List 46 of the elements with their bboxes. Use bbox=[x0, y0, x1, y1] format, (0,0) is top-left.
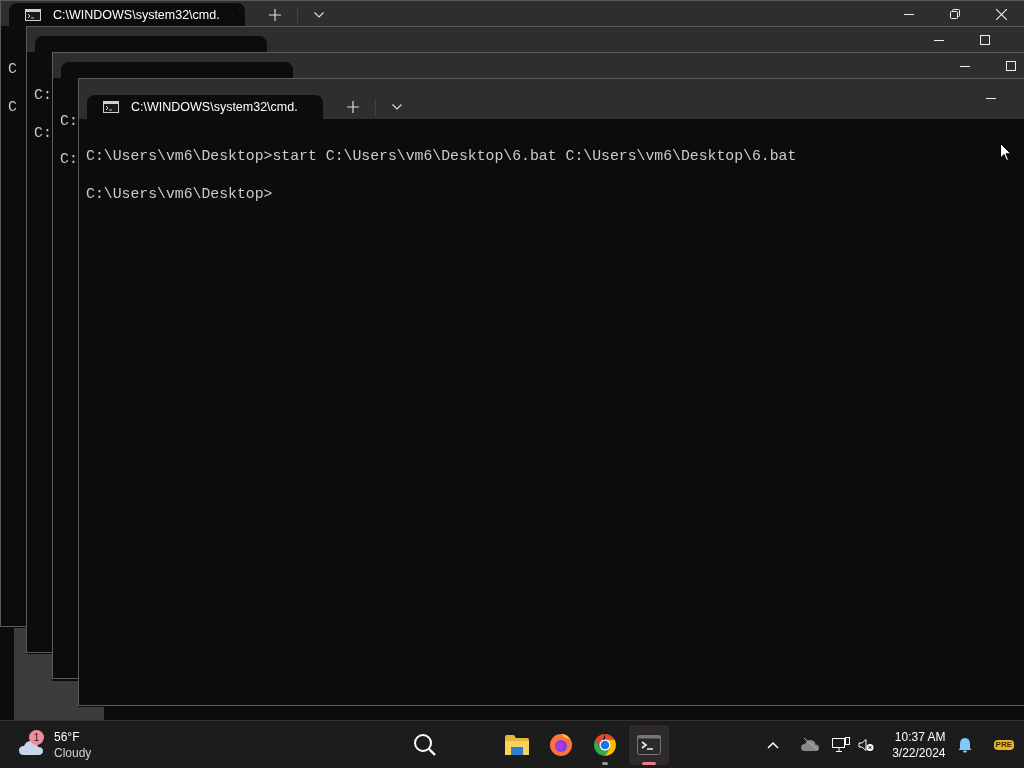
clock-date: 3/22/2024 bbox=[892, 744, 946, 761]
console-line: C bbox=[8, 98, 17, 117]
chevron-up-icon[interactable] bbox=[767, 740, 780, 749]
minimize-icon bbox=[960, 65, 970, 67]
browser-icon bbox=[549, 732, 573, 757]
terminal-icon bbox=[637, 734, 661, 755]
notification-badge: 1 bbox=[29, 729, 44, 745]
tab-title: C:\WINDOWS\system32\cmd. bbox=[53, 6, 220, 24]
restore-icon bbox=[950, 9, 960, 19]
console-line: C: bbox=[34, 86, 52, 105]
tab[interactable]: C:\WINDOWS\system32\cmd. bbox=[87, 95, 323, 119]
clock-time: 10:37 AM bbox=[894, 728, 946, 745]
tab[interactable]: C:\WINDOWS\system32\cmd. bbox=[9, 3, 245, 27]
console-line: C:\Users\vm6\Desktop> bbox=[86, 185, 273, 204]
weather-condition: Cloudy bbox=[54, 744, 92, 761]
close-icon bbox=[995, 8, 1007, 20]
dropdown-icon[interactable] bbox=[314, 12, 324, 18]
bell-icon[interactable] bbox=[957, 736, 972, 753]
clock[interactable]: 10:37 AM 3/22/2024 bbox=[892, 728, 946, 761]
minimize-icon bbox=[904, 13, 914, 15]
minimize-icon bbox=[934, 39, 944, 41]
console-icon bbox=[25, 9, 41, 21]
network-icon[interactable] bbox=[832, 736, 851, 753]
cloud-off-icon[interactable] bbox=[801, 737, 820, 752]
search-icon[interactable] bbox=[413, 732, 437, 757]
weather-widget[interactable]: 1 56°F Cloudy bbox=[18, 728, 198, 761]
mouse-cursor-icon bbox=[1000, 143, 1012, 162]
taskbar-app[interactable] bbox=[629, 724, 669, 765]
tab-title: C:\WINDOWS\system32\cmd. bbox=[131, 98, 298, 116]
folder-icon bbox=[504, 733, 530, 756]
temperature: 56°F bbox=[54, 728, 81, 745]
volume-muted-icon[interactable] bbox=[858, 737, 875, 752]
new-tab-icon[interactable] bbox=[347, 101, 359, 113]
console-line: C: bbox=[60, 150, 78, 169]
maximize-icon bbox=[1006, 61, 1016, 71]
maximize-icon bbox=[980, 35, 990, 45]
dropdown-icon[interactable] bbox=[392, 104, 402, 110]
minimize-icon bbox=[986, 97, 996, 99]
console-line: C: bbox=[60, 112, 78, 131]
console-icon bbox=[103, 101, 119, 113]
console-line: C bbox=[8, 60, 17, 79]
console-line: C:\Users\vm6\Desktop>start C:\Users\vm6\Desktop\6.bat C:\Users\vm6\Desktop\6.bat bbox=[86, 147, 797, 166]
browser-icon bbox=[593, 732, 617, 757]
new-tab-icon[interactable] bbox=[269, 9, 281, 21]
console-line: C: bbox=[34, 124, 52, 143]
preview-badge: PRE bbox=[993, 739, 1014, 750]
